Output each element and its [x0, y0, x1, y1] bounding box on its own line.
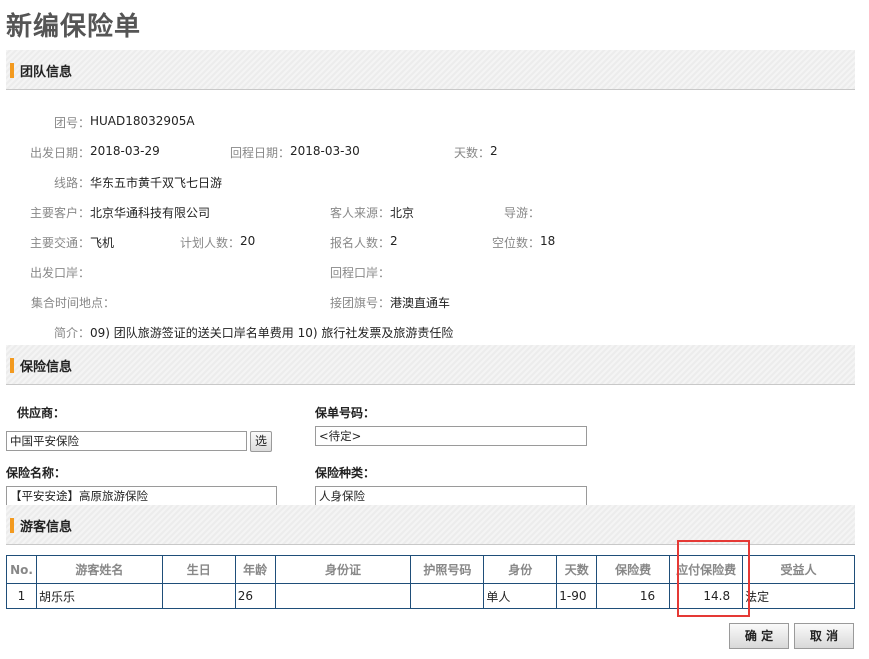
cell-identity: 单人 — [483, 583, 558, 609]
group-no-label: 团号： — [53, 116, 90, 130]
col-header-beneficiary: 受益人 — [742, 555, 855, 584]
main-client-label: 主要客户： — [29, 206, 90, 220]
cell-passport — [410, 583, 485, 609]
cell-id-card — [274, 583, 412, 609]
cell-birthday — [161, 583, 236, 609]
col-header-no: No. — [6, 555, 37, 584]
col-header-age: 年龄 — [234, 555, 276, 584]
cell-age: 26 — [234, 583, 276, 609]
table-header-row: No. 游客姓名 生日 年龄 身份证 护照号码 身份 天数 保险费 应付保险费 … — [6, 555, 855, 584]
vacancy-value: 18 — [540, 234, 556, 248]
cell-no: 1 — [6, 583, 37, 609]
cell-premium: 16 — [596, 583, 671, 609]
section-accent-bar — [10, 518, 14, 533]
page-title: 新编保险单 — [6, 12, 142, 42]
return-date-value: 2018-03-30 — [290, 144, 360, 158]
supplier-input[interactable]: 中国平安保险 — [6, 431, 247, 451]
cell-days: 1-90 — [556, 583, 598, 609]
section-header-team: 团队信息 — [6, 50, 855, 90]
tourist-table: No. 游客姓名 生日 年龄 身份证 护照号码 身份 天数 保险费 应付保险费 … — [6, 555, 855, 609]
section-accent-bar — [10, 358, 14, 373]
route-label: 线路： — [53, 176, 90, 190]
gather-label: 集合时间地点： — [30, 296, 115, 310]
guide-label: 导游： — [503, 206, 540, 220]
confirm-button[interactable]: 确 定 — [729, 623, 789, 649]
intro-label: 简介： — [53, 326, 90, 340]
col-header-premium: 保险费 — [596, 555, 671, 584]
insurance-name-input[interactable]: 【平安安途】高原旅游保险 — [6, 486, 277, 506]
cell-beneficiary: 法定 — [742, 583, 855, 609]
insurance-type-input[interactable]: 人身保险 — [315, 486, 587, 506]
section-accent-bar — [10, 63, 14, 78]
policy-no-input[interactable]: <待定> — [315, 426, 587, 446]
cell-payable-premium[interactable]: 14.8 — [669, 583, 744, 609]
section-title-insurance: 保险信息 — [20, 360, 73, 375]
signed-value: 2 — [390, 234, 398, 248]
insurance-name-label: 保险名称： — [6, 466, 67, 480]
policy-no-label: 保单号码： — [315, 406, 376, 420]
vacancy-label: 空位数： — [491, 236, 540, 250]
section-title-tourists: 游客信息 — [20, 520, 73, 535]
cancel-button[interactable]: 取 消 — [794, 623, 854, 649]
col-header-days: 天数 — [556, 555, 598, 584]
days-label: 天数： — [453, 146, 490, 160]
section-header-insurance: 保险信息 — [6, 345, 855, 385]
depart-date-value: 2018-03-29 — [90, 144, 160, 158]
intro-value: 09) 团队旅游签证的送关口岸名单费用 10) 旅行社发票及旅游责任险 — [90, 326, 454, 340]
section-title-team: 团队信息 — [20, 65, 73, 80]
supplier-label: 供应商： — [17, 406, 66, 420]
return-date-label: 回程日期： — [229, 146, 290, 160]
planned-value: 20 — [240, 234, 256, 248]
planned-label: 计划人数： — [179, 236, 240, 250]
signed-label: 报名人数： — [329, 236, 390, 250]
transport-value: 飞机 — [90, 236, 115, 250]
col-header-name: 游客姓名 — [35, 555, 163, 584]
route-value: 华东五市黄千双飞七日游 — [90, 176, 223, 190]
col-header-payable-premium: 应付保险费 — [669, 555, 744, 584]
transport-label: 主要交通： — [29, 236, 90, 250]
main-client-value: 北京华通科技有限公司 — [90, 206, 211, 220]
col-header-birthday: 生日 — [161, 555, 236, 584]
section-header-tourists: 游客信息 — [6, 505, 855, 545]
source-label: 客人来源： — [329, 206, 390, 220]
cell-name: 胡乐乐 — [35, 583, 163, 609]
days-value: 2 — [490, 144, 498, 158]
depart-date-label: 出发日期： — [29, 146, 90, 160]
flag-value: 港澳直通车 — [390, 296, 451, 310]
flag-label: 接团旗号： — [329, 296, 390, 310]
col-header-id-card: 身份证 — [274, 555, 412, 584]
return-port-label: 回程口岸： — [329, 266, 390, 280]
insurance-type-label: 保险种类： — [315, 466, 376, 480]
source-value: 北京 — [390, 206, 415, 220]
col-header-identity: 身份 — [483, 555, 558, 584]
table-row[interactable]: 1 胡乐乐 26 单人 1-90 16 14.8 法定 — [6, 583, 855, 609]
group-no-value: HUAD18032905A — [90, 114, 195, 128]
col-header-passport: 护照号码 — [410, 555, 485, 584]
depart-port-label: 出发口岸： — [29, 266, 90, 280]
pick-supplier-button[interactable]: 选 — [250, 431, 272, 452]
